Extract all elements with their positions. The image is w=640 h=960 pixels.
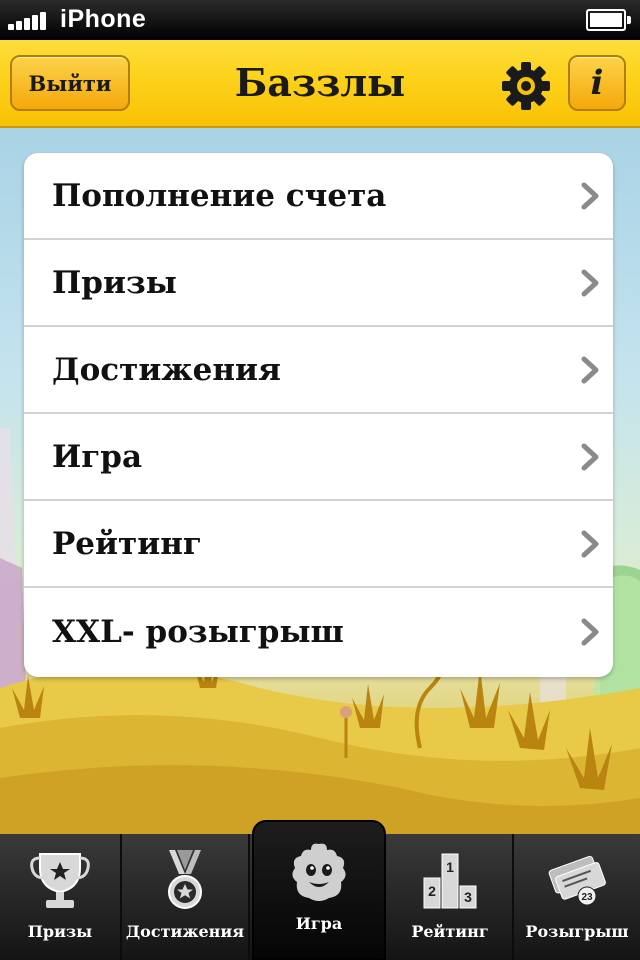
ticket-number: 23 bbox=[581, 892, 593, 903]
menu-item-label: Игра bbox=[52, 438, 143, 475]
menu-item-game[interactable]: Игра bbox=[24, 414, 613, 501]
menu-item-label: Пополнение счета bbox=[52, 177, 387, 214]
podium-number-2: 2 bbox=[428, 883, 436, 899]
menu-item-label: XXL- розыгрыш bbox=[52, 613, 344, 650]
main-menu: Пополнение счета Призы Достижения Игра Р… bbox=[24, 153, 613, 677]
menu-item-achievements[interactable]: Достижения bbox=[24, 327, 613, 414]
nav-bar: Выйти Баззлы i bbox=[0, 40, 640, 128]
podium-icon: 1 2 3 bbox=[423, 853, 477, 909]
chevron-right-icon bbox=[581, 356, 599, 383]
chevron-right-icon bbox=[581, 269, 599, 296]
menu-item-rating[interactable]: Рейтинг bbox=[24, 501, 613, 588]
info-button[interactable]: i bbox=[568, 55, 626, 111]
signal-icon bbox=[8, 10, 48, 30]
tab-achievements[interactable]: Достижения bbox=[122, 834, 250, 960]
buzzle-monster-icon bbox=[292, 843, 346, 901]
podium-number-3: 3 bbox=[464, 889, 472, 905]
carrier-name: iPhone bbox=[60, 5, 147, 33]
menu-item-label: Достижения bbox=[52, 351, 281, 388]
status-bar: iPhone bbox=[0, 0, 640, 40]
menu-item-label: Рейтинг bbox=[52, 525, 202, 562]
menu-item-xxl-draw[interactable]: XXL- розыгрыш bbox=[24, 588, 613, 675]
tab-rating[interactable]: 1 2 3 Рейтинг bbox=[388, 834, 514, 960]
medal-icon bbox=[168, 850, 202, 909]
chevron-right-icon bbox=[581, 530, 599, 557]
tab-label: Розыгрыш bbox=[525, 922, 629, 941]
tab-label: Призы bbox=[27, 922, 93, 941]
tickets-icon: 23 bbox=[548, 855, 606, 906]
tab-label: Рейтинг bbox=[411, 922, 489, 941]
chevron-right-icon bbox=[581, 618, 599, 645]
tab-game[interactable]: Игра bbox=[252, 820, 386, 960]
trophy-icon bbox=[30, 853, 90, 908]
battery-icon bbox=[586, 9, 631, 31]
tab-draw[interactable]: 23 Розыгрыш bbox=[514, 834, 640, 960]
chevron-right-icon bbox=[581, 182, 599, 209]
tab-label: Достижения bbox=[125, 922, 245, 941]
chevron-right-icon bbox=[581, 443, 599, 470]
menu-item-top-up[interactable]: Пополнение счета bbox=[24, 153, 613, 240]
tab-prizes[interactable]: Призы bbox=[0, 834, 122, 960]
gear-icon[interactable] bbox=[500, 60, 552, 112]
tab-label: Игра bbox=[295, 914, 343, 933]
menu-item-label: Призы bbox=[52, 264, 177, 301]
podium-number-1: 1 bbox=[446, 859, 454, 875]
tab-bar: Призы Достижения Игра 1 2 3 Рейтинг 23 Р… bbox=[0, 820, 640, 960]
menu-item-prizes[interactable]: Призы bbox=[24, 240, 613, 327]
